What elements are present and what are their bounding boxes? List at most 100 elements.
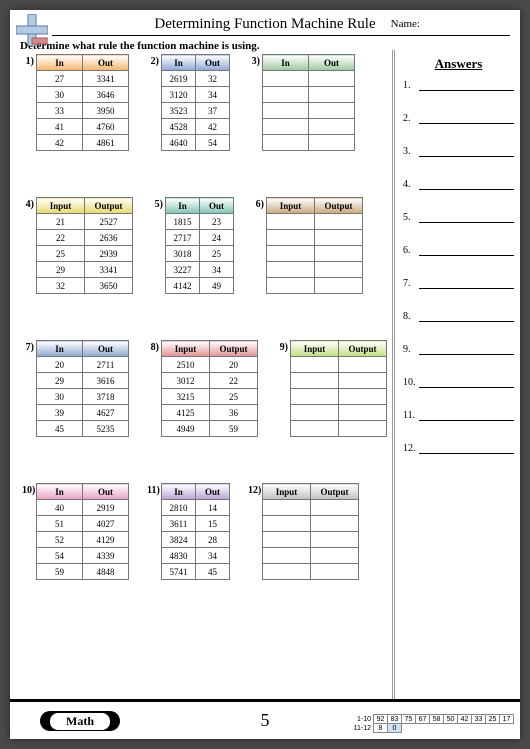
table-cell: 25 [210, 389, 258, 405]
table-row [263, 135, 355, 151]
table-cell: 4528 [162, 119, 196, 135]
table-row: 333950 [37, 103, 129, 119]
table-cell: 54 [37, 548, 83, 564]
table-header: Out [200, 198, 234, 214]
score-cell: 17 [500, 715, 514, 724]
table-header: Output [315, 198, 363, 214]
table-row [263, 500, 359, 516]
table-cell: 3215 [162, 389, 210, 405]
score-cell: 83 [388, 715, 402, 724]
table-cell: 34 [200, 262, 234, 278]
table-cell: 29 [37, 262, 85, 278]
answer-number: 6. [403, 245, 419, 256]
table-row: 464054 [162, 135, 230, 151]
function-table: InputOutput [262, 483, 359, 580]
table-header: In [162, 484, 196, 500]
table-cell: 4142 [166, 278, 200, 294]
table-row [291, 389, 387, 405]
table-cell [309, 103, 355, 119]
table-row [267, 278, 363, 294]
table-cell [263, 135, 309, 151]
table-row: 273341 [37, 71, 129, 87]
table-header: Input [162, 341, 210, 357]
function-table: InOut402919514027524129544339594848 [36, 483, 129, 580]
table-row: 452842 [162, 119, 230, 135]
answer-line: 5. [403, 212, 514, 223]
function-table: InputOutput [290, 340, 387, 437]
table-cell: 59 [37, 564, 83, 580]
table-row: 303646 [37, 87, 129, 103]
answer-blank [419, 444, 514, 454]
table-row: 323650 [37, 278, 133, 294]
table-cell: 34 [196, 87, 230, 103]
table-row-group: 10)InOut40291951402752412954433959484811… [22, 483, 390, 580]
question-number: 9) [276, 340, 290, 353]
table-cell: 59 [210, 421, 258, 437]
table-cell: 3012 [162, 373, 210, 389]
table-row [263, 516, 359, 532]
table-header: In [162, 55, 196, 71]
table-container: 12)InputOutput [248, 483, 359, 580]
table-cell [291, 373, 339, 389]
table-cell: 14 [196, 500, 230, 516]
answer-blank [419, 312, 514, 322]
table-cell: 4640 [162, 135, 196, 151]
table-container: 1)InOut273341303646333950414760424861 [22, 54, 129, 151]
table-row: 322734 [166, 262, 234, 278]
table-row: 402919 [37, 500, 129, 516]
table-header: In [37, 55, 83, 71]
table-row: 181523 [166, 214, 234, 230]
name-label: Name: [391, 18, 420, 30]
function-table: InputOutput [266, 197, 363, 294]
answer-number: 1. [403, 80, 419, 91]
table-container: 6)InputOutput [252, 197, 363, 294]
table-cell [267, 230, 315, 246]
function-table: InOut [262, 54, 355, 151]
table-cell: 25 [37, 246, 85, 262]
table-cell [315, 278, 363, 294]
table-cell: 3950 [83, 103, 129, 119]
table-row: 544339 [37, 548, 129, 564]
answer-number: 10. [403, 377, 419, 388]
table-cell: 3718 [83, 389, 129, 405]
table-cell: 2717 [166, 230, 200, 246]
table-header: Out [196, 484, 230, 500]
table-row: 301222 [162, 373, 258, 389]
answer-line: 2. [403, 113, 514, 124]
table-cell: 42 [196, 119, 230, 135]
table-cell [315, 230, 363, 246]
table-cell: 42 [37, 135, 83, 151]
table-cell: 2939 [85, 246, 133, 262]
question-number: 6) [252, 197, 266, 210]
answer-line: 1. [403, 80, 514, 91]
table-cell: 45 [37, 421, 83, 437]
table-cell: 4125 [162, 405, 210, 421]
table-row [263, 119, 355, 135]
table-header: In [37, 341, 83, 357]
answer-blank [419, 246, 514, 256]
table-cell: 2510 [162, 357, 210, 373]
answer-number: 2. [403, 113, 419, 124]
table-container: 11)InOut281014361115382428483034574145 [147, 483, 230, 580]
table-cell: 2619 [162, 71, 196, 87]
table-cell: 45 [196, 564, 230, 580]
question-number: 10) [22, 483, 36, 496]
table-cell [311, 500, 359, 516]
table-header: Out [83, 55, 129, 71]
table-cell: 24 [200, 230, 234, 246]
answer-line: 7. [403, 278, 514, 289]
function-table: InOut273341303646333950414760424861 [36, 54, 129, 151]
answer-blank [419, 378, 514, 388]
table-cell: 32 [37, 278, 85, 294]
plus-icon [16, 14, 48, 51]
table-cell [309, 119, 355, 135]
answer-line: 9. [403, 344, 514, 355]
table-cell [263, 119, 309, 135]
table-cell: 20 [37, 357, 83, 373]
table-header: Input [37, 198, 85, 214]
table-cell [267, 246, 315, 262]
answer-number: 12. [403, 443, 419, 454]
answer-number: 3. [403, 146, 419, 157]
table-cell: 1815 [166, 214, 200, 230]
page-title: Determining Function Machine Rule [10, 10, 520, 33]
